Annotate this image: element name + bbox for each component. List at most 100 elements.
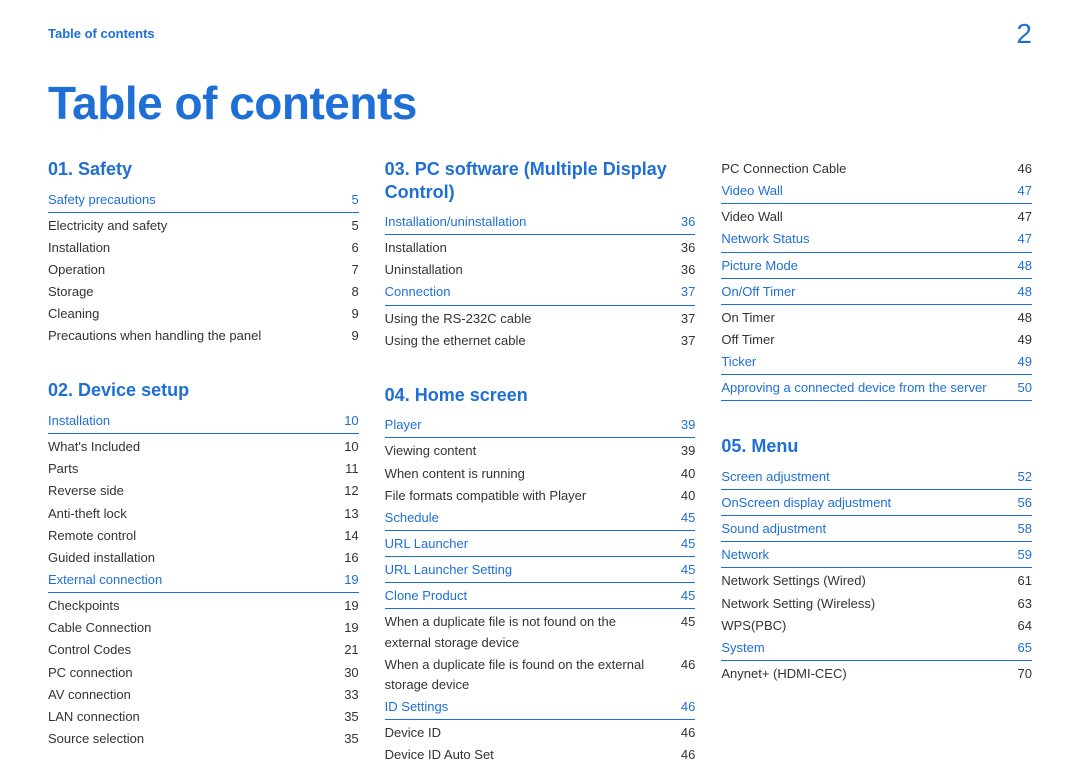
toc-entry-page: 10 (336, 411, 358, 431)
toc-entry[interactable]: Cleaning9 (48, 303, 359, 325)
toc-entry-label: URL Launcher Setting (385, 560, 520, 580)
toc-entry[interactable]: Installation 10 (48, 410, 359, 434)
toc-entry[interactable]: Off Timer49 (721, 329, 1032, 351)
toc-entry-label: Checkpoints (48, 596, 128, 616)
page-header: Table of contents 2 (48, 20, 1032, 48)
toc-entry-label: PC connection (48, 663, 141, 683)
toc-entry-label: Network (721, 545, 777, 565)
toc-entry[interactable]: Installation/uninstallation36 (385, 211, 696, 235)
toc-entry[interactable]: URL Launcher Setting45 (385, 559, 696, 583)
toc-entry[interactable]: When a duplicate file is found on the ex… (385, 654, 696, 696)
toc-columns: 01. Safety Safety precautions5Electricity… (48, 158, 1032, 766)
toc-entry[interactable]: When content is running40 (385, 463, 696, 485)
toc-entry-label: Reverse side (48, 481, 132, 501)
toc-entry[interactable]: ID Settings46 (385, 696, 696, 720)
toc-entry[interactable]: Guided installation16 (48, 547, 359, 569)
toc-entry-page: 37 (673, 282, 695, 302)
toc-entry[interactable]: Clone Product45 (385, 585, 696, 609)
toc-entry[interactable]: Precautions when handling the panel 9 (48, 325, 359, 347)
toc-entry-label: Installation (48, 238, 118, 258)
section-heading[interactable]: 01. Safety (48, 158, 359, 181)
toc-entry[interactable]: Storage8 (48, 281, 359, 303)
toc-entry[interactable]: Electricity and safety5 (48, 215, 359, 237)
toc-entry[interactable]: Cable Connection19 (48, 617, 359, 639)
toc-entry-label: File formats compatible with Player (385, 486, 595, 506)
toc-entry-page: 7 (343, 260, 358, 280)
toc-entry-page: 9 (343, 326, 358, 346)
section-heading[interactable]: 04. Home screen (385, 384, 696, 407)
toc-entry-label: When content is running (385, 464, 533, 484)
toc-entry[interactable]: PC connection 30 (48, 662, 359, 684)
toc-entry[interactable]: Connection37 (385, 281, 696, 305)
toc-entry[interactable]: When a duplicate file is not found on th… (385, 611, 696, 653)
toc-entry-label: Precautions when handling the panel (48, 326, 269, 346)
toc-entry[interactable]: Sound adjustment58 (721, 518, 1032, 542)
toc-entry[interactable]: Uninstallation36 (385, 259, 696, 281)
toc-entry[interactable]: Network59 (721, 544, 1032, 568)
toc-entry[interactable]: WPS(PBC)64 (721, 615, 1032, 637)
toc-entry[interactable]: Reverse side12 (48, 480, 359, 502)
toc-entry[interactable]: URL Launcher45 (385, 533, 696, 557)
toc-entry[interactable]: Checkpoints19 (48, 595, 359, 617)
toc-entry[interactable]: On/Off Timer48 (721, 281, 1032, 305)
toc-entry-page: 47 (1010, 181, 1032, 201)
toc-entry-page: 46 (673, 655, 695, 675)
toc-entry[interactable]: Safety precautions5 (48, 189, 359, 213)
section-heading[interactable]: 02. Device setup (48, 379, 359, 402)
toc-entry[interactable]: Anti-theft lock13 (48, 503, 359, 525)
toc-entry-page: 58 (1010, 519, 1032, 539)
toc-entry[interactable]: Network Setting (Wireless)63 (721, 593, 1032, 615)
toc-entry-label: Using the ethernet cable (385, 331, 534, 351)
toc-entry[interactable]: What's Included10 (48, 436, 359, 458)
toc-entry-label: Guided installation (48, 548, 163, 568)
section-heading[interactable]: 05. Menu (721, 435, 1032, 458)
toc-entry-label: Installation (48, 411, 118, 431)
toc-entry[interactable]: On Timer48 (721, 307, 1032, 329)
toc-entry[interactable]: Viewing content39 (385, 440, 696, 462)
toc-entry[interactable]: Ticker49 (721, 351, 1032, 375)
section-heading[interactable]: 03. PC software (Multiple Display Contro… (385, 158, 696, 203)
spacer (48, 347, 359, 371)
toc-entry-label: On/Off Timer (721, 282, 803, 302)
toc-entry[interactable]: Schedule45 (385, 507, 696, 531)
toc-entry[interactable]: Using the ethernet cable37 (385, 330, 696, 352)
toc-entry-page: 37 (673, 309, 695, 329)
toc-entry[interactable]: Picture Mode48 (721, 255, 1032, 279)
toc-entry-label: PC Connection Cable (721, 159, 854, 179)
toc-entry[interactable]: External connection19 (48, 569, 359, 593)
toc-entry-label: Video Wall (721, 207, 790, 227)
toc-entry-page: 30 (336, 663, 358, 683)
toc-entry[interactable]: Control Codes21 (48, 639, 359, 661)
toc-entry[interactable]: Screen adjustment52 (721, 466, 1032, 490)
toc-entry[interactable]: Video Wall47 (721, 206, 1032, 228)
toc-entry[interactable]: Installation6 (48, 237, 359, 259)
toc-entry-page: 14 (336, 526, 358, 546)
toc-entry[interactable]: Using the RS-232C cable37 (385, 308, 696, 330)
toc-entry[interactable]: Parts11 (48, 458, 359, 480)
toc-entry[interactable]: Network Status47 (721, 228, 1032, 252)
toc-entry-label: Viewing content (385, 441, 485, 461)
toc-entry-label: When a duplicate file is found on the ex… (385, 655, 673, 695)
toc-entry-page: 35 (336, 707, 358, 727)
toc-entry-page: 5 (343, 190, 358, 210)
toc-entry[interactable]: System65 (721, 637, 1032, 661)
toc-entry[interactable]: Approving a connected device from the se… (721, 377, 1032, 401)
toc-entry[interactable]: Operation7 (48, 259, 359, 281)
toc-entry[interactable]: OnScreen display adjustment56 (721, 492, 1032, 516)
toc-entry-label: Cleaning (48, 304, 107, 324)
toc-entry[interactable]: PC Connection Cable46 (721, 158, 1032, 180)
toc-entry[interactable]: Source selection35 (48, 728, 359, 750)
toc-entry[interactable]: AV connection33 (48, 684, 359, 706)
toc-entry[interactable]: Player39 (385, 414, 696, 438)
toc-entry[interactable]: Anynet+ (HDMI-CEC)70 (721, 663, 1032, 685)
toc-entry-page: 63 (1010, 594, 1032, 614)
toc-entry[interactable]: Device ID46 (385, 722, 696, 744)
toc-column-3: PC Connection Cable46Video Wall47Video W… (721, 158, 1032, 766)
toc-entry[interactable]: Installation36 (385, 237, 696, 259)
toc-entry[interactable]: Network Settings (Wired)61 (721, 570, 1032, 592)
toc-entry[interactable]: Video Wall47 (721, 180, 1032, 204)
toc-entry[interactable]: Remote control14 (48, 525, 359, 547)
toc-entry[interactable]: File formats compatible with Player40 (385, 485, 696, 507)
toc-entry[interactable]: LAN connection35 (48, 706, 359, 728)
toc-entry-label: Storage (48, 282, 102, 302)
